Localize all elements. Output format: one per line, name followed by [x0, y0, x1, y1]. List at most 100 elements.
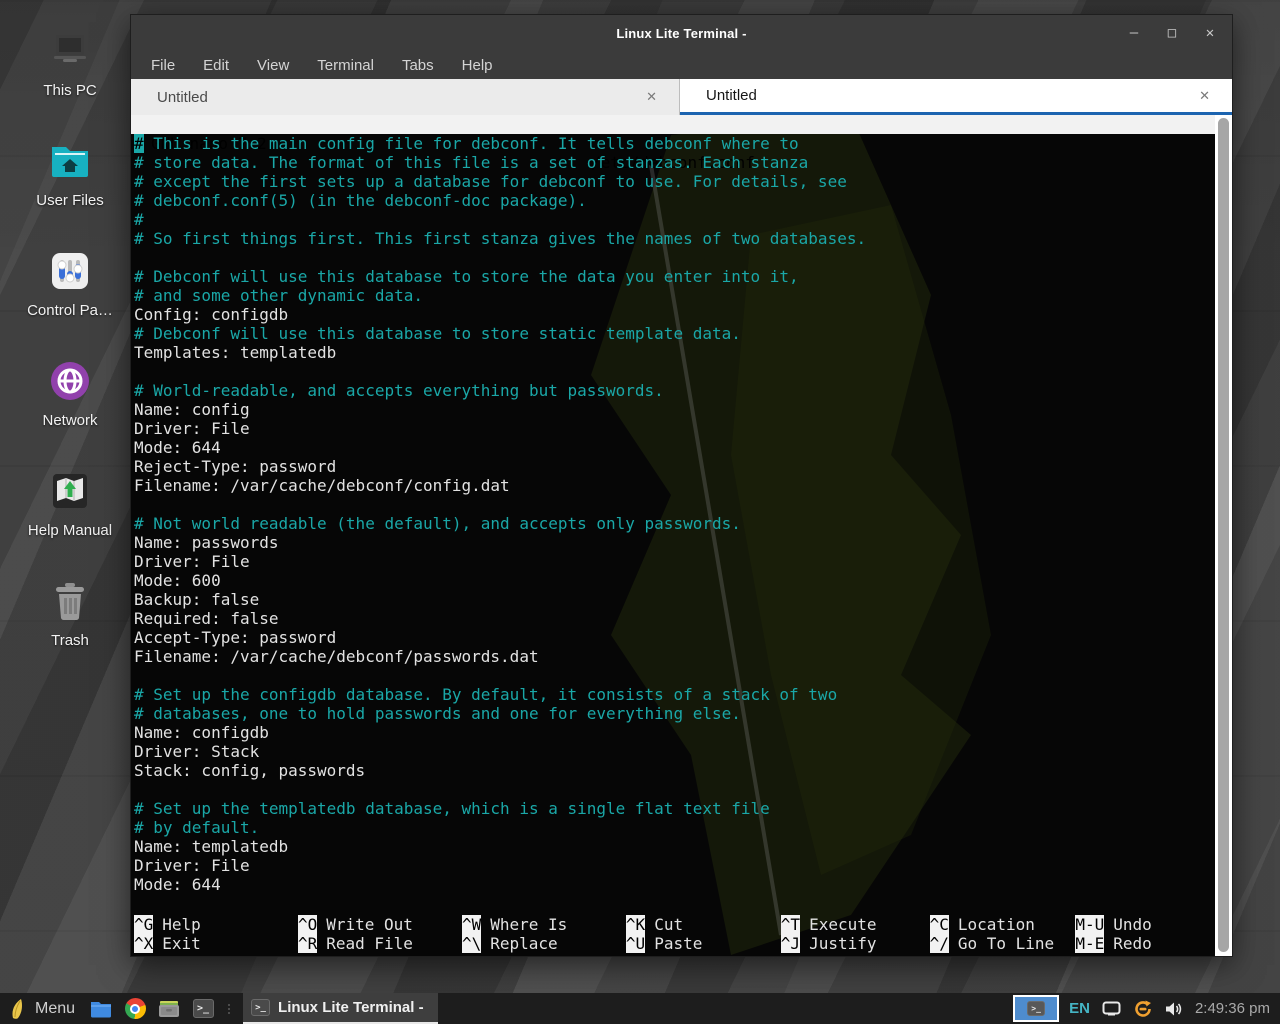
taskbar: Menu >_ >_	[0, 993, 1280, 1024]
editor-line: Required: false	[134, 609, 1215, 628]
nano-shortcut-go-to-line[interactable]: ^/Go To Line	[930, 934, 1076, 953]
editor-line: Config: configdb	[134, 305, 1215, 324]
tab-label: Untitled	[157, 89, 208, 106]
nano-titlebar: GNU nano 7.2 /etc/debconf.conf	[131, 115, 1215, 134]
editor-line	[134, 495, 1215, 514]
nano-shortcut-where-is[interactable]: ^WWhere Is	[462, 915, 626, 934]
desktop-icon-label: Trash	[51, 632, 89, 649]
chrome-browser-launcher-icon[interactable]	[123, 997, 147, 1021]
maximize-icon[interactable]: □	[1164, 25, 1180, 41]
desktop-icon-user-files[interactable]: User Files	[12, 136, 128, 246]
desktop-icon-network[interactable]: Network	[12, 356, 128, 466]
editor-line: # Set up the configdb database. By defau…	[134, 685, 1215, 704]
editor-line: # World-readable, and accepts everything…	[134, 381, 1215, 400]
nano-shortcut-execute[interactable]: ^TExecute	[781, 915, 930, 934]
nano-shortcut-redo[interactable]: M-ERedo	[1075, 934, 1212, 953]
window-titlebar[interactable]: Linux Lite Terminal - – □ ✕	[131, 15, 1232, 51]
desktop-wallpaper: This PC User Files	[0, 0, 1280, 1024]
editor-line: # except the first sets up a database fo…	[134, 172, 1215, 191]
display-settings-icon[interactable]	[1102, 1001, 1121, 1016]
terminal-scrollbar[interactable]	[1215, 115, 1232, 956]
editor-line: # So first things first. This first stan…	[134, 229, 1215, 248]
editor-line	[134, 362, 1215, 381]
nano-shortcut-write-out[interactable]: ^OWrite Out	[298, 915, 462, 934]
editor-line: # and some other dynamic data.	[134, 286, 1215, 305]
nano-shortcut-read-file[interactable]: ^RRead File	[298, 934, 462, 953]
folder-home-icon	[45, 136, 95, 186]
nano-shortcut-exit[interactable]: ^XExit	[134, 934, 298, 953]
desktop-icon-label: Network	[42, 412, 97, 429]
menu-item-terminal[interactable]: Terminal	[317, 57, 374, 74]
nano-shortcut-location[interactable]: ^CLocation	[930, 915, 1076, 934]
computer-icon	[45, 26, 95, 76]
text-cursor: #	[134, 134, 144, 153]
menu-item-edit[interactable]: Edit	[203, 57, 229, 74]
editor-line: Templates: templatedb	[134, 343, 1215, 362]
editor-line: Reject-Type: password	[134, 457, 1215, 476]
menu-item-help[interactable]: Help	[462, 57, 493, 74]
editor-line: # Set up the templatedb database, which …	[134, 799, 1215, 818]
menu-item-file[interactable]: File	[151, 57, 175, 74]
editor-line	[134, 780, 1215, 799]
menu-bar: File Edit View Terminal Tabs Help	[131, 51, 1232, 79]
desktop-icon-list: This PC User Files	[12, 26, 128, 686]
nano-shortcut-cut[interactable]: ^KCut	[626, 915, 781, 934]
editor-line: Stack: config, passwords	[134, 761, 1215, 780]
nano-shortcuts: ^GHelp^XExit^OWrite Out^RRead File^WWher…	[131, 915, 1215, 956]
updates-available-icon[interactable]	[1133, 999, 1153, 1019]
editor-line: Filename: /var/cache/debconf/config.dat	[134, 476, 1215, 495]
editor-line	[134, 666, 1215, 685]
desktop-icon-control-panel[interactable]: Control Pa…	[12, 246, 128, 356]
terminal-launcher-icon[interactable]: >_	[191, 997, 215, 1021]
desktop-icon-help-manual[interactable]: Help Manual	[12, 466, 128, 576]
menu-item-tabs[interactable]: Tabs	[402, 57, 434, 74]
desktop-icon-label: User Files	[36, 192, 104, 209]
clock[interactable]: 2:49:36 pm	[1195, 1000, 1270, 1017]
terminal-window: Linux Lite Terminal - – □ ✕ File Edit View…	[130, 14, 1233, 957]
file-manager-launcher-icon[interactable]	[89, 997, 113, 1021]
nano-shortcut-replace[interactable]: ^\Replace	[462, 934, 626, 953]
volume-icon[interactable]	[1165, 1001, 1183, 1017]
tab-label: Untitled	[706, 87, 757, 104]
terminal-icon: >_	[251, 999, 270, 1016]
taskbar-separator[interactable]	[225, 1000, 233, 1018]
nano-shortcut-undo[interactable]: M-UUndo	[1075, 915, 1212, 934]
scrollbar-thumb[interactable]	[1218, 118, 1229, 952]
taskbar-window-label: Linux Lite Terminal -	[278, 999, 424, 1016]
nano-shortcut-justify[interactable]: ^JJustify	[781, 934, 930, 953]
workspace-switcher[interactable]: >_	[1013, 995, 1059, 1022]
editor-line: Backup: false	[134, 590, 1215, 609]
editor-line: # This is the main config file for debco…	[134, 134, 1215, 153]
tab-untitled-2[interactable]: Untitled ✕	[680, 79, 1232, 115]
editor-line: Mode: 644	[134, 438, 1215, 457]
tab-close-icon[interactable]: ✕	[646, 89, 657, 105]
close-icon[interactable]: ✕	[1202, 25, 1218, 41]
editor-empty-space	[131, 894, 1215, 915]
minimize-icon[interactable]: –	[1126, 25, 1142, 41]
workspace-window-thumbnail: >_	[1027, 1001, 1045, 1016]
editor-line: #	[134, 210, 1215, 229]
editor-line: Filename: /var/cache/debconf/passwords.d…	[134, 647, 1215, 666]
menu-item-view[interactable]: View	[257, 57, 289, 74]
desktop-icon-trash[interactable]: Trash	[12, 576, 128, 686]
editor-line: Driver: Stack	[134, 742, 1215, 761]
help-manual-icon	[45, 466, 95, 516]
linux-lite-feather-icon	[10, 998, 27, 1020]
tab-bar: Untitled ✕ Untitled ✕	[131, 79, 1232, 115]
keyboard-layout-indicator[interactable]: EN	[1069, 1000, 1090, 1017]
terminal-screen[interactable]: GNU nano 7.2 /etc/debconf.conf # This is…	[131, 115, 1215, 956]
editor-line: Driver: File	[134, 552, 1215, 571]
desktop-icon-label: Help Manual	[28, 522, 112, 539]
editor-line: Name: config	[134, 400, 1215, 419]
nano-shortcut-paste[interactable]: ^UPaste	[626, 934, 781, 953]
control-panel-icon	[45, 246, 95, 296]
archive-manager-launcher-icon[interactable]	[157, 997, 181, 1021]
tab-close-icon[interactable]: ✕	[1199, 88, 1210, 104]
editor-lines: # This is the main config file for debco…	[131, 134, 1215, 894]
start-menu-button[interactable]: Menu	[6, 998, 79, 1020]
tab-untitled-1[interactable]: Untitled ✕	[131, 79, 680, 115]
desktop-icon-this-pc[interactable]: This PC	[12, 26, 128, 136]
start-menu-label: Menu	[35, 1000, 75, 1018]
nano-shortcut-help[interactable]: ^GHelp	[134, 915, 298, 934]
taskbar-window-button[interactable]: >_ Linux Lite Terminal -	[243, 993, 438, 1024]
